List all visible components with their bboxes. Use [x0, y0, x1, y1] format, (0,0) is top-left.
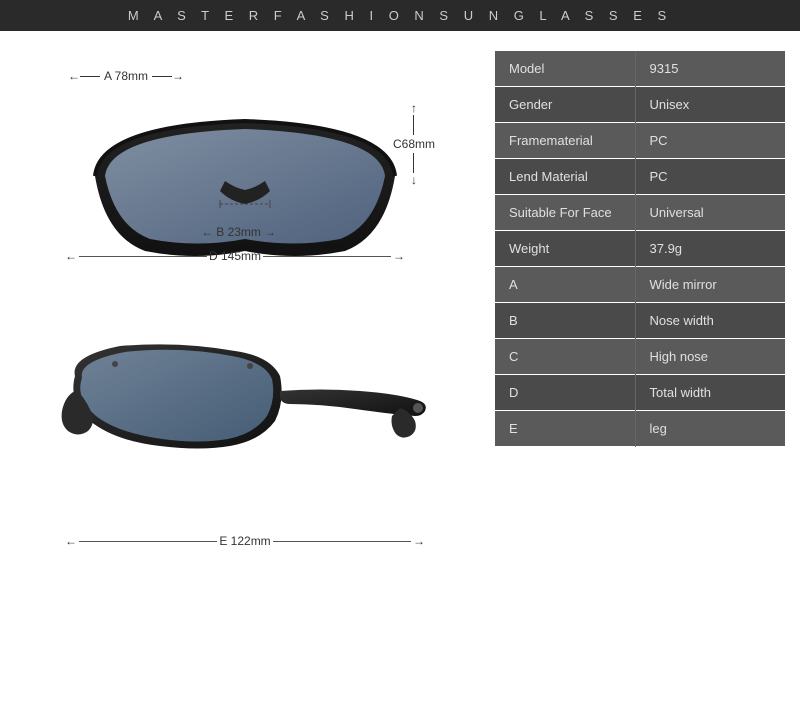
spec-row: Suitable For FaceUniversal — [495, 195, 785, 231]
side-view-diagram: ← E 122mm → — [60, 336, 440, 556]
spec-row: CHigh nose — [495, 339, 785, 375]
spec-row: DTotal width — [495, 375, 785, 411]
specs-panel: Model9315GenderUnisexFramematerialPCLend… — [495, 51, 785, 702]
spec-key: D — [495, 375, 635, 411]
measurement-e-label: E 122mm — [219, 534, 270, 548]
glasses-top-view — [75, 96, 415, 296]
spec-value: Unisex — [635, 87, 785, 123]
spec-value: High nose — [635, 339, 785, 375]
spec-value: Nose width — [635, 303, 785, 339]
spec-key: E — [495, 411, 635, 447]
measurement-d-label: D 145mm — [209, 249, 261, 263]
spec-row: BNose width — [495, 303, 785, 339]
spec-key: Gender — [495, 87, 635, 123]
specs-table: Model9315GenderUnisexFramematerialPCLend… — [495, 51, 785, 447]
spec-key: B — [495, 303, 635, 339]
top-view-diagram: ← A 78mm → — [60, 51, 440, 331]
spec-value: leg — [635, 411, 785, 447]
brand-title: M A S T E R F A S H I O N S U N G L A S … — [128, 8, 672, 23]
spec-row: Model9315 — [495, 51, 785, 87]
spec-row: Weight37.9g — [495, 231, 785, 267]
spec-value: 9315 — [635, 51, 785, 87]
spec-row: Lend MaterialPC — [495, 159, 785, 195]
spec-key: Framematerial — [495, 123, 635, 159]
spec-row: AWide mirror — [495, 267, 785, 303]
spec-key: Lend Material — [495, 159, 635, 195]
measurement-c-label: C68mm — [393, 137, 435, 151]
spec-value: Universal — [635, 195, 785, 231]
spec-value: Wide mirror — [635, 267, 785, 303]
spec-key: A — [495, 267, 635, 303]
spec-value: 37.9g — [635, 231, 785, 267]
spec-key: Suitable For Face — [495, 195, 635, 231]
diagram-panel: ← A 78mm → — [15, 41, 485, 702]
spec-row: FramematerialPC — [495, 123, 785, 159]
measurement-b-label: B 23mm — [216, 225, 261, 239]
spec-row: Eleg — [495, 411, 785, 447]
glasses-side-view-svg — [60, 336, 430, 521]
spec-key: Weight — [495, 231, 635, 267]
brand-header: M A S T E R F A S H I O N S U N G L A S … — [0, 0, 800, 31]
spec-value: PC — [635, 123, 785, 159]
spec-value: PC — [635, 159, 785, 195]
spec-key: Model — [495, 51, 635, 87]
spec-row: GenderUnisex — [495, 87, 785, 123]
spec-value: Total width — [635, 375, 785, 411]
measurement-a-label: A 78mm — [104, 69, 148, 83]
spec-key: C — [495, 339, 635, 375]
